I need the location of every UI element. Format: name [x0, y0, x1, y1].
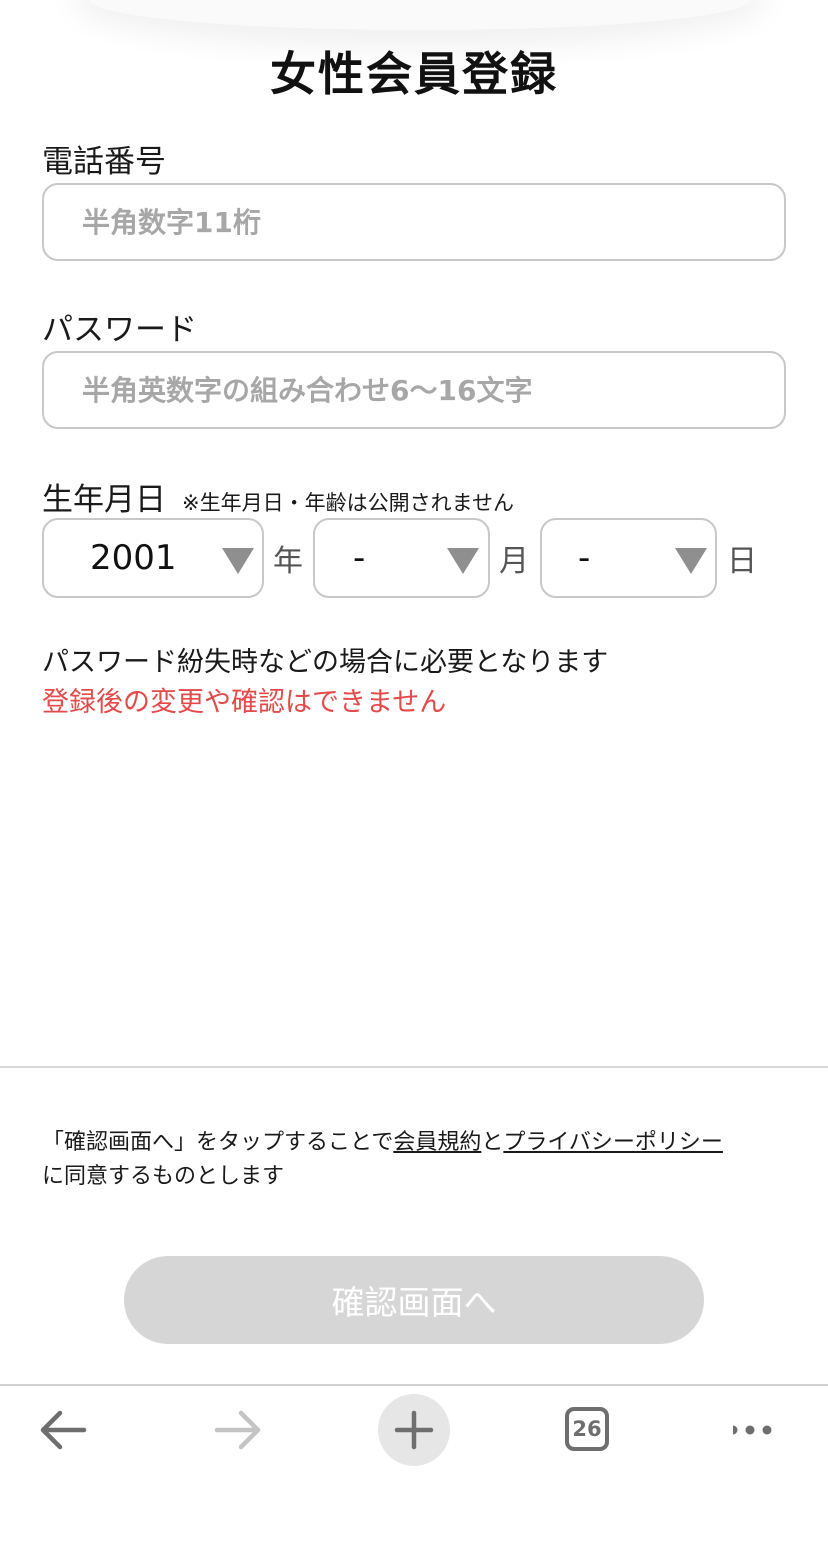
- privacy-policy-link[interactable]: プライバシーポリシー: [503, 1130, 723, 1155]
- password-label: パスワード: [42, 312, 197, 348]
- day-unit-label: 日: [727, 544, 757, 579]
- phone-input[interactable]: [42, 183, 786, 261]
- tab-count: 26: [572, 1417, 602, 1441]
- arrow-right-icon[interactable]: [193, 1386, 283, 1476]
- terms-notice: 「確認画面へ」をタップすることで会員規約とプライバシーポリシー に同意するものと…: [42, 1126, 802, 1194]
- password-input[interactable]: [42, 351, 786, 429]
- help-text: パスワード紛失時などの場合に必要となります: [42, 647, 609, 678]
- more-horizontal-icon[interactable]: [733, 1386, 823, 1476]
- confirm-button[interactable]: 確認画面へ: [124, 1256, 704, 1344]
- page-title: 女性会員登録: [270, 47, 558, 101]
- birth-year-value: 2001: [90, 538, 177, 578]
- header-shadow: [90, 0, 750, 30]
- terms-text-middle: と: [481, 1130, 504, 1155]
- tabs-button[interactable]: 26: [565, 1407, 609, 1451]
- birth-day-value: -: [578, 538, 591, 578]
- chevron-down-icon: [447, 548, 479, 574]
- birth-day-select[interactable]: -: [540, 518, 717, 598]
- birthday-privacy-note: ※生年月日・年齢は公開されません: [182, 491, 514, 515]
- warning-text: 登録後の変更や確認はできません: [42, 687, 447, 718]
- terms-text-before: 「確認画面へ」をタップすることで: [42, 1130, 394, 1155]
- month-unit-label: 月: [499, 544, 529, 579]
- terms-of-service-link[interactable]: 会員規約: [393, 1130, 481, 1155]
- birth-year-select[interactable]: 2001: [42, 518, 264, 598]
- chevron-down-icon: [222, 548, 254, 574]
- plus-icon[interactable]: [369, 1386, 459, 1476]
- browser-toolbar: [0, 1386, 828, 1542]
- year-unit-label: 年: [273, 544, 303, 579]
- birthday-label: 生年月日: [42, 482, 166, 518]
- birth-month-value: -: [353, 538, 366, 578]
- chevron-down-icon: [675, 548, 707, 574]
- section-divider: [0, 1066, 828, 1068]
- birthday-label-row: 生年月日 ※生年月日・年齢は公開されません: [42, 474, 514, 519]
- arrow-left-icon[interactable]: [18, 1386, 108, 1476]
- terms-text-after: に同意するものとします: [42, 1164, 285, 1189]
- phone-label: 電話番号: [42, 144, 166, 180]
- birth-month-select[interactable]: -: [313, 518, 490, 598]
